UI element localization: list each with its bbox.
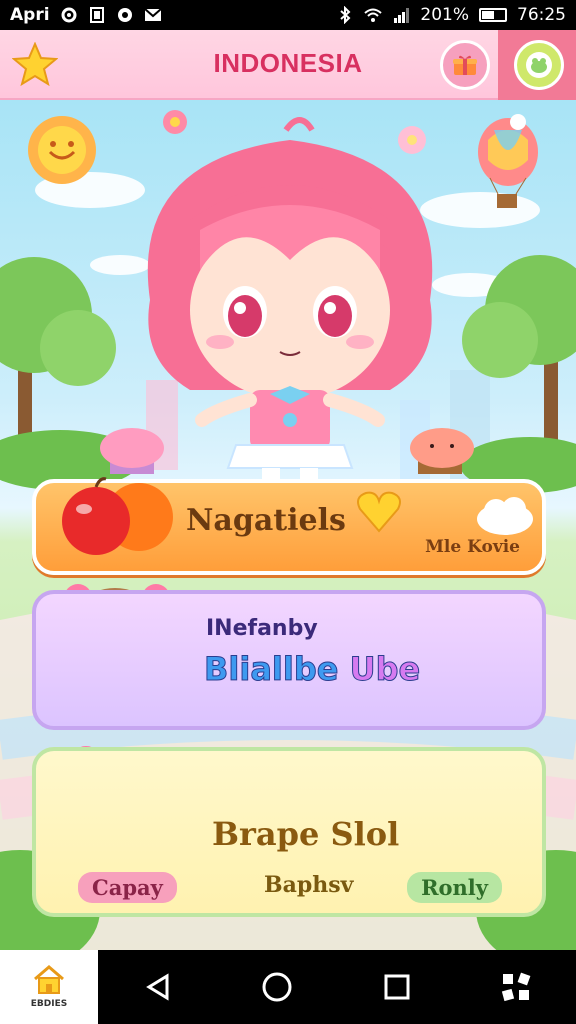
home-circle-icon [262, 972, 292, 1002]
carrier-label: Apri [10, 5, 50, 25]
pill-baphsv[interactable]: Baphsv [250, 869, 367, 901]
bluetooth-icon [340, 6, 351, 24]
card-blialbe-ube[interactable]: INefanby Bliallbe Ube [32, 590, 546, 730]
home-icon [34, 965, 64, 994]
home-label: EBDIES [30, 999, 68, 1009]
card2-small-title: INefanby [206, 616, 318, 641]
home-tab[interactable]: EBDIES [0, 950, 98, 1024]
recents-button[interactable] [337, 950, 457, 1024]
recents-square-icon [384, 974, 410, 1000]
card-brape-slol[interactable]: Brape Slol Capay Baphsv Ronly [32, 747, 546, 917]
gift-button[interactable] [440, 40, 490, 90]
wifi-icon [364, 8, 383, 22]
header-bar: INDONESIA [0, 30, 576, 100]
navigation-bar: EBDIES [0, 950, 576, 1024]
battery-percent: 201% [420, 5, 469, 25]
battery-icon [479, 8, 507, 22]
card-nagatiels[interactable]: Nagatiels Mle Kovie [32, 477, 546, 575]
cloud-icon [477, 497, 533, 535]
card3-title: Brape Slol [212, 815, 400, 853]
game-menu-button[interactable] [457, 950, 576, 1024]
signal-icon [394, 8, 410, 23]
card1-title: Nagatiels [186, 503, 346, 538]
home-button[interactable] [218, 950, 338, 1024]
card1-subtitle: Mle Kovie [425, 537, 520, 557]
sun-icon [28, 116, 96, 184]
pill-capay[interactable]: Capay [78, 872, 177, 903]
card2-title-part2: Ube [349, 650, 421, 689]
back-button[interactable] [98, 950, 218, 1024]
main-character-avatar [147, 117, 433, 480]
pill-ronly[interactable]: Ronly [407, 872, 502, 903]
pet-icon [526, 52, 552, 78]
mail-icon [143, 8, 162, 21]
clock: 76:25 [517, 5, 566, 25]
back-triangle-icon [145, 973, 169, 1001]
gift-icon [453, 55, 477, 75]
heart-icon [357, 491, 401, 533]
sync-icon [61, 7, 77, 23]
apple-icon [62, 477, 173, 555]
puzzle-icon [502, 972, 531, 1002]
card2-title-part1: Bliallbe [203, 650, 339, 689]
status-bar: Apri 201% 76:25 [0, 0, 576, 30]
document-icon [89, 7, 104, 23]
record-icon [117, 8, 132, 22]
friends-button[interactable] [514, 40, 564, 90]
card2-title: Bliallbe Ube [203, 650, 421, 689]
